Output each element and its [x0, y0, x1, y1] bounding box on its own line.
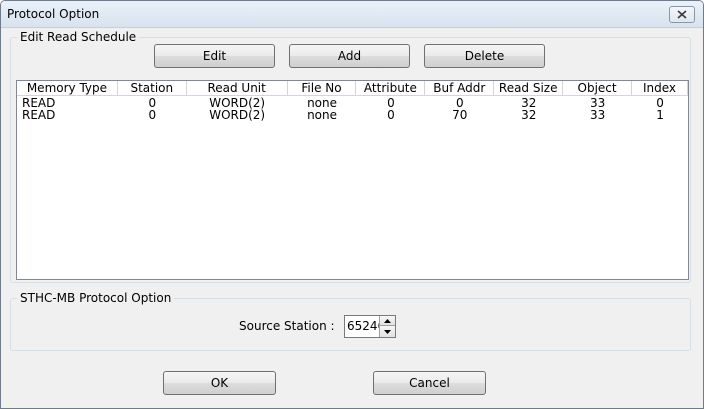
column-header[interactable]: Attribute — [356, 81, 426, 96]
table-cell: 32 — [521, 109, 537, 121]
spinner-down-button[interactable] — [380, 326, 395, 337]
edit-button[interactable]: Edit — [154, 44, 275, 68]
table-cell: 0 — [148, 109, 157, 121]
column-header[interactable]: Index — [632, 81, 688, 96]
table-cell: 0 — [148, 97, 157, 109]
table-cell: 32 — [521, 97, 537, 109]
column-header[interactable]: Station — [117, 81, 187, 96]
table-cell: READ — [22, 109, 56, 121]
dialog-client-area: Edit Read Schedule Edit Add Delete Memor… — [1, 29, 703, 408]
table-cell: 0 — [387, 109, 395, 121]
column-header[interactable]: Read Size — [494, 81, 564, 96]
table-cell: 33 — [589, 97, 606, 109]
spinner-buttons — [379, 316, 395, 337]
table-cell: none — [307, 97, 337, 109]
add-button[interactable]: Add — [289, 44, 410, 68]
column-header[interactable]: Buf Addr — [425, 81, 495, 96]
edit-read-schedule-legend: Edit Read Schedule — [17, 30, 140, 44]
list-header: Memory Type Station Read Unit File No Attrib… — [17, 81, 688, 96]
table-row[interactable]: READ 0 WORD(2) none 0 70 32 33 1 — [17, 109, 688, 121]
table-cell: WORD(2) — [209, 97, 266, 109]
protocol-option-dialog: Protocol Option Edit Read Schedule Edit … — [0, 0, 704, 409]
table-cell: READ — [22, 97, 56, 109]
list-body: READ 0 WORD(2) none 0 0 32 33 0 READ 0 WORD(2) none 0… — [17, 97, 688, 121]
table-cell: WORD(2) — [209, 109, 266, 121]
ok-button[interactable]: OK — [163, 371, 276, 395]
table-cell: 1 — [656, 109, 664, 121]
table-cell: 33 — [589, 109, 606, 121]
table-cell: none — [307, 109, 337, 121]
column-header[interactable]: Memory Type — [17, 81, 118, 96]
source-station-label: Source Station : — [239, 319, 335, 333]
table-row[interactable]: READ 0 WORD(2) none 0 0 32 33 0 — [17, 97, 688, 109]
table-cell: 0 — [456, 97, 464, 109]
table-cell: 0 — [387, 97, 395, 109]
column-header[interactable]: File No — [287, 81, 357, 96]
arrow-up-icon — [384, 318, 391, 323]
arrow-down-icon — [384, 329, 391, 334]
delete-button[interactable]: Delete — [424, 44, 545, 68]
table-cell: 0 — [656, 97, 664, 109]
close-icon — [677, 10, 687, 19]
dialog-title: Protocol Option — [7, 7, 100, 21]
spinner-up-button[interactable] — [380, 316, 395, 326]
source-station-spinner[interactable]: 65246 — [344, 315, 396, 338]
protocol-option-legend: STHC-MB Protocol Option — [17, 291, 175, 305]
cancel-button[interactable]: Cancel — [373, 371, 486, 395]
column-header[interactable]: Object — [563, 81, 633, 96]
table-cell: 70 — [452, 109, 468, 121]
column-header[interactable]: Read Unit — [186, 81, 288, 96]
close-button[interactable] — [669, 6, 695, 23]
title-bar[interactable]: Protocol Option — [1, 1, 703, 28]
read-schedule-list[interactable]: Memory Type Station Read Unit File No Attrib… — [16, 80, 689, 280]
